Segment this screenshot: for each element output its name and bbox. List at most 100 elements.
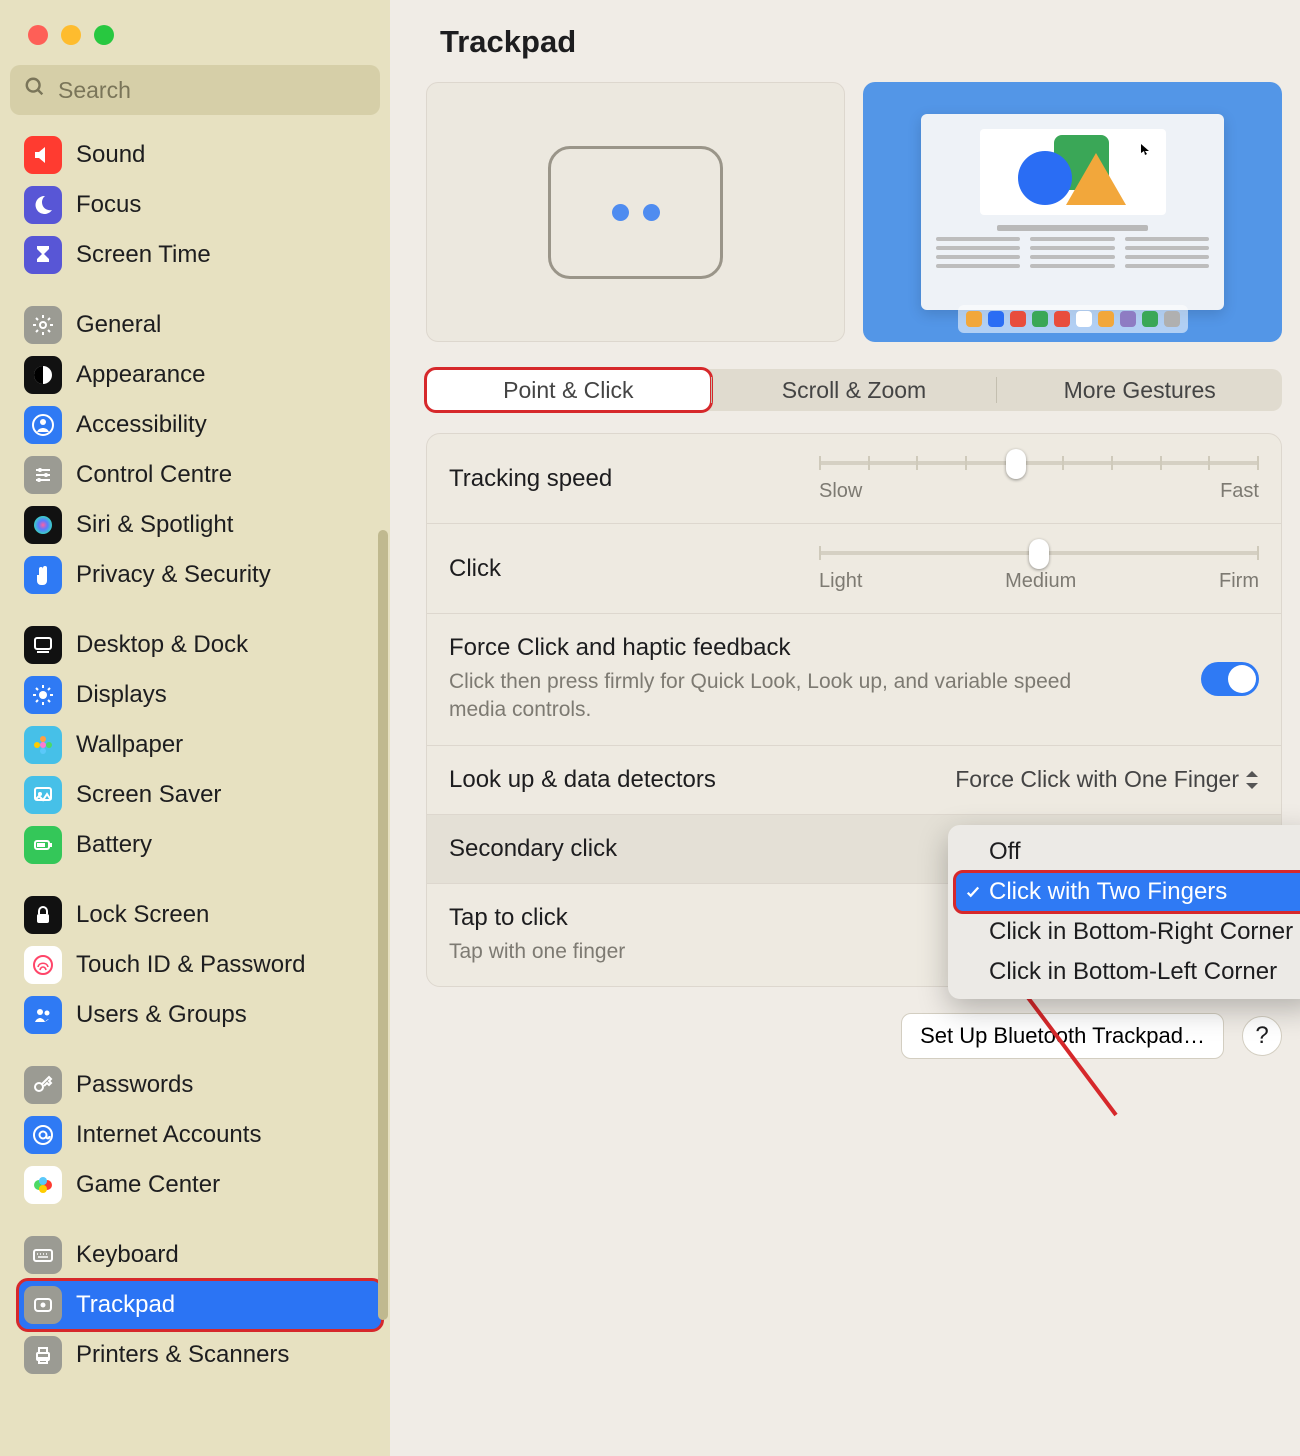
sidebar-item-battery[interactable]: Battery bbox=[18, 820, 382, 870]
option-label: Click in Bottom-Right Corner bbox=[989, 918, 1293, 946]
sidebar-item-label: Control Centre bbox=[76, 461, 232, 489]
desktop-preview bbox=[863, 82, 1282, 342]
search-icon bbox=[24, 76, 46, 104]
slider-label: Light bbox=[819, 570, 862, 593]
sidebar-item-label: Appearance bbox=[76, 361, 205, 389]
sidebar-item-lock-screen[interactable]: Lock Screen bbox=[18, 890, 382, 940]
sidebar-item-label: Game Center bbox=[76, 1171, 220, 1199]
person-icon bbox=[24, 406, 62, 444]
sidebar-item-trackpad[interactable]: Trackpad bbox=[18, 1280, 382, 1330]
sidebar-item-label: Focus bbox=[76, 191, 141, 219]
force-click-toggle[interactable] bbox=[1201, 662, 1259, 696]
sidebar-item-label: Touch ID & Password bbox=[76, 951, 305, 979]
force-click-label: Force Click and haptic feedback bbox=[449, 634, 1201, 662]
secondary-click-option[interactable]: Click in Bottom-Left Corner bbox=[955, 952, 1300, 992]
tab-more-gestures[interactable]: More Gestures bbox=[997, 369, 1282, 411]
tab-point-and-click[interactable]: Point & Click bbox=[426, 369, 711, 411]
trackpad-gesture-preview bbox=[426, 82, 845, 342]
dock-icon bbox=[24, 626, 62, 664]
sidebar-item-touch-id-password[interactable]: Touch ID & Password bbox=[18, 940, 382, 990]
help-button[interactable]: ? bbox=[1242, 1016, 1282, 1056]
sidebar-item-label: Screen Time bbox=[76, 241, 211, 269]
sidebar-item-passwords[interactable]: Passwords bbox=[18, 1060, 382, 1110]
sidebar-item-siri-spotlight[interactable]: Siri & Spotlight bbox=[18, 500, 382, 550]
close-window-button[interactable] bbox=[28, 25, 48, 45]
secondary-click-option[interactable]: Off bbox=[955, 832, 1300, 872]
sidebar-item-screen-saver[interactable]: Screen Saver bbox=[18, 770, 382, 820]
sun-icon bbox=[24, 676, 62, 714]
lock-icon bbox=[24, 896, 62, 934]
secondary-click-option[interactable]: Click with Two Fingers bbox=[955, 872, 1300, 912]
secondary-click-menu: Off Click with Two Fingers Click in Bottom… bbox=[948, 825, 1300, 999]
lookup-value: Force Click with One Finger bbox=[955, 766, 1239, 793]
sidebar-item-label: Keyboard bbox=[76, 1241, 179, 1269]
sidebar-item-label: General bbox=[76, 311, 161, 339]
sidebar-item-general[interactable]: General bbox=[18, 300, 382, 350]
speaker-icon bbox=[24, 136, 62, 174]
gear-icon bbox=[24, 306, 62, 344]
sidebar-item-label: Passwords bbox=[76, 1071, 193, 1099]
sidebar-item-game-center[interactable]: Game Center bbox=[18, 1160, 382, 1210]
search-input[interactable] bbox=[10, 65, 380, 115]
chevron-updown-icon bbox=[1245, 771, 1259, 789]
slider-max-label: Fast bbox=[1220, 480, 1259, 503]
sidebar-item-label: Users & Groups bbox=[76, 1001, 247, 1029]
window-traffic-lights bbox=[0, 0, 390, 65]
option-label: Click with Two Fingers bbox=[989, 878, 1227, 906]
sidebar-item-label: Battery bbox=[76, 831, 152, 859]
sidebar-item-accessibility[interactable]: Accessibility bbox=[18, 400, 382, 450]
lookup-dropdown[interactable]: Force Click with One Finger bbox=[955, 766, 1259, 793]
setup-bluetooth-trackpad-button[interactable]: Set Up Bluetooth Trackpad… bbox=[901, 1013, 1224, 1059]
hand-icon bbox=[24, 556, 62, 594]
game-icon bbox=[24, 1166, 62, 1204]
sidebar-item-appearance[interactable]: Appearance bbox=[18, 350, 382, 400]
sidebar-item-label: Wallpaper bbox=[76, 731, 183, 759]
sidebar-scrollbar[interactable] bbox=[378, 530, 388, 1320]
sidebar-list[interactable]: Sound Focus Screen Time General Appearance Ac… bbox=[0, 130, 390, 1456]
trackpad-tabs: Point & Click Scroll & Zoom More Gesture… bbox=[426, 369, 1282, 411]
sidebar-item-label: Printers & Scanners bbox=[76, 1341, 289, 1369]
sidebar-item-focus[interactable]: Focus bbox=[18, 180, 382, 230]
tab-scroll-and-zoom[interactable]: Scroll & Zoom bbox=[712, 369, 997, 411]
sidebar-item-privacy-security[interactable]: Privacy & Security bbox=[18, 550, 382, 600]
sidebar-item-keyboard[interactable]: Keyboard bbox=[18, 1230, 382, 1280]
contrast-icon bbox=[24, 356, 62, 394]
sidebar-item-label: Displays bbox=[76, 681, 167, 709]
page-title: Trackpad bbox=[390, 24, 1300, 60]
sidebar-item-desktop-dock[interactable]: Desktop & Dock bbox=[18, 620, 382, 670]
sidebar-item-label: Accessibility bbox=[76, 411, 207, 439]
sidebar-item-sound[interactable]: Sound bbox=[18, 130, 382, 180]
sidebar-item-printers-scanners[interactable]: Printers & Scanners bbox=[18, 1330, 382, 1380]
slider-label: Firm bbox=[1219, 570, 1259, 593]
check-icon bbox=[964, 880, 982, 908]
lookup-label: Look up & data detectors bbox=[449, 766, 716, 794]
dock-preview bbox=[958, 305, 1188, 333]
key-icon bbox=[24, 1066, 62, 1104]
minimize-window-button[interactable] bbox=[61, 25, 81, 45]
at-icon bbox=[24, 1116, 62, 1154]
moon-icon bbox=[24, 186, 62, 224]
sidebar-item-users-groups[interactable]: Users & Groups bbox=[18, 990, 382, 1040]
secondary-click-option[interactable]: Click in Bottom-Right Corner bbox=[955, 912, 1300, 952]
fullscreen-window-button[interactable] bbox=[94, 25, 114, 45]
click-slider[interactable] bbox=[819, 544, 1259, 562]
row-lookup: Look up & data detectors Force Click wit… bbox=[427, 746, 1281, 815]
sidebar-item-internet-accounts[interactable]: Internet Accounts bbox=[18, 1110, 382, 1160]
sidebar-item-screen-time[interactable]: Screen Time bbox=[18, 230, 382, 280]
sidebar-item-displays[interactable]: Displays bbox=[18, 670, 382, 720]
hourglass-icon bbox=[24, 236, 62, 274]
sidebar-item-label: Screen Saver bbox=[76, 781, 221, 809]
people-icon bbox=[24, 996, 62, 1034]
sidebar-item-label: Sound bbox=[76, 141, 145, 169]
sidebar-item-label: Lock Screen bbox=[76, 901, 209, 929]
sidebar-item-wallpaper[interactable]: Wallpaper bbox=[18, 720, 382, 770]
tracking-speed-label: Tracking speed bbox=[449, 465, 612, 493]
flower-icon bbox=[24, 726, 62, 764]
row-force-click: Force Click and haptic feedback Click th… bbox=[427, 614, 1281, 746]
option-label: Off bbox=[989, 838, 1021, 866]
sidebar-item-control-centre[interactable]: Control Centre bbox=[18, 450, 382, 500]
battery-icon bbox=[24, 826, 62, 864]
tracking-speed-slider[interactable] bbox=[819, 454, 1259, 472]
ssaver-icon bbox=[24, 776, 62, 814]
row-tracking-speed: Tracking speed Slow Fast bbox=[427, 434, 1281, 524]
